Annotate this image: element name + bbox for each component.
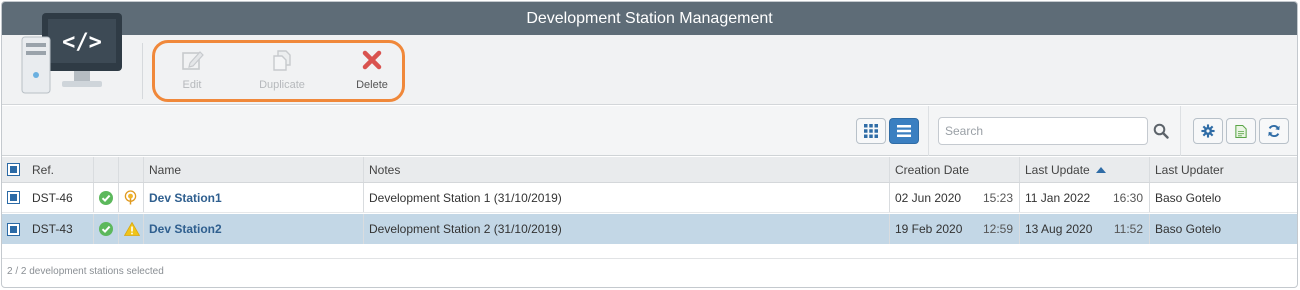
- row-status: [93, 183, 118, 212]
- update-time: 16:30: [1112, 190, 1143, 205]
- document-icon: [1235, 124, 1247, 138]
- table-header: Ref. Name Notes Creation Date Last Updat…: [2, 157, 1297, 183]
- column-last-update[interactable]: Last Update: [1019, 157, 1149, 182]
- view-toolbar: [2, 106, 1297, 156]
- app-window: Development Station Management </> Edit: [1, 1, 1298, 288]
- broadcast-icon: [124, 189, 137, 204]
- row-creation-date: 19 Feb 2020 12:59: [889, 214, 1019, 244]
- copy-icon: [273, 50, 291, 71]
- window-title: Development Station Management: [2, 2, 1297, 35]
- row-last-update: 11 Jan 2022 16:30: [1019, 183, 1149, 212]
- row-notes: Development Station 2 (31/10/2019): [363, 214, 889, 244]
- column-creation-date[interactable]: Creation Date: [889, 157, 1019, 182]
- duplicate-button[interactable]: Duplicate: [247, 47, 317, 95]
- update-date: 13 Aug 2020: [1025, 222, 1093, 236]
- grid-view-button[interactable]: [856, 118, 886, 144]
- refresh-button[interactable]: [1259, 118, 1289, 144]
- viewbar-divider: [928, 106, 929, 156]
- list-view-button[interactable]: [889, 118, 919, 144]
- column-notes[interactable]: Notes: [363, 157, 889, 182]
- select-all-checkbox[interactable]: [7, 163, 20, 176]
- check-circle-icon: [99, 222, 113, 236]
- station-name-link[interactable]: Dev Station1: [149, 191, 222, 205]
- creation-date: 02 Jun 2020: [895, 190, 962, 205]
- column-name[interactable]: Name: [143, 157, 363, 182]
- delete-label: Delete: [356, 79, 388, 91]
- table-row[interactable]: DST-43 Dev Station2 Development Station …: [2, 214, 1297, 244]
- update-time: 11:52: [1113, 222, 1143, 236]
- creation-time: 12:59: [982, 222, 1013, 236]
- row-type: [118, 214, 143, 244]
- row-updater: Baso Gotelo: [1149, 183, 1297, 212]
- row-type: [118, 183, 143, 212]
- toolbar-divider: [142, 43, 143, 99]
- row-name[interactable]: Dev Station2: [143, 214, 363, 244]
- check-circle-icon: [99, 190, 113, 205]
- row-select-cell[interactable]: [2, 214, 27, 244]
- column-type[interactable]: [118, 157, 143, 182]
- creation-time: 15:23: [982, 190, 1013, 205]
- gear-icon: [1201, 124, 1215, 138]
- station-name-link[interactable]: Dev Station2: [149, 222, 222, 236]
- warning-icon: [124, 222, 140, 236]
- column-ref[interactable]: Ref.: [27, 157, 93, 182]
- refresh-icon: [1268, 124, 1280, 138]
- selection-status: 2 / 2 development stations selected: [2, 258, 1297, 287]
- row-checkbox[interactable]: [7, 191, 20, 204]
- svg-text:</>: </>: [62, 30, 102, 55]
- search-icon[interactable]: [1153, 123, 1169, 139]
- sort-ascending-icon: [1095, 166, 1106, 173]
- column-status[interactable]: [93, 157, 118, 182]
- list-icon: [897, 125, 911, 137]
- creation-date: 19 Feb 2020: [895, 222, 963, 236]
- delete-x-icon: [362, 50, 382, 70]
- pencil-icon: [182, 51, 204, 70]
- duplicate-label: Duplicate: [259, 79, 305, 91]
- row-status: [93, 214, 118, 244]
- edit-label: Edit: [182, 79, 202, 91]
- table-row[interactable]: DST-46 Dev Station1 Development Station …: [2, 183, 1297, 213]
- row-notes: Development Station 1 (31/10/2019): [363, 183, 889, 212]
- delete-button[interactable]: Delete: [337, 47, 407, 95]
- viewbar-divider-2: [1180, 106, 1181, 156]
- row-updater: Baso Gotelo: [1149, 214, 1297, 244]
- settings-button[interactable]: [1193, 118, 1223, 144]
- export-button[interactable]: [1226, 118, 1256, 144]
- action-toolbar: </> Edit Duplicate Delete: [2, 13, 1297, 105]
- column-last-updater[interactable]: Last Updater: [1149, 157, 1297, 182]
- row-select-cell[interactable]: [2, 183, 27, 212]
- row-checkbox[interactable]: [7, 222, 20, 236]
- select-all-cell[interactable]: [2, 157, 27, 182]
- update-date: 11 Jan 2022: [1025, 190, 1091, 205]
- development-station-logo: </>: [21, 13, 122, 94]
- last-update-header-label: Last Update: [1025, 162, 1090, 177]
- row-ref: DST-43: [32, 222, 73, 236]
- edit-button[interactable]: Edit: [157, 47, 227, 95]
- search-input[interactable]: [938, 117, 1148, 145]
- grid-icon: [864, 124, 878, 138]
- row-last-update: 13 Aug 2020 11:52: [1019, 214, 1149, 244]
- row-name[interactable]: Dev Station1: [143, 183, 363, 212]
- row-creation-date: 02 Jun 2020 15:23: [889, 183, 1019, 212]
- row-ref: DST-46: [32, 190, 73, 205]
